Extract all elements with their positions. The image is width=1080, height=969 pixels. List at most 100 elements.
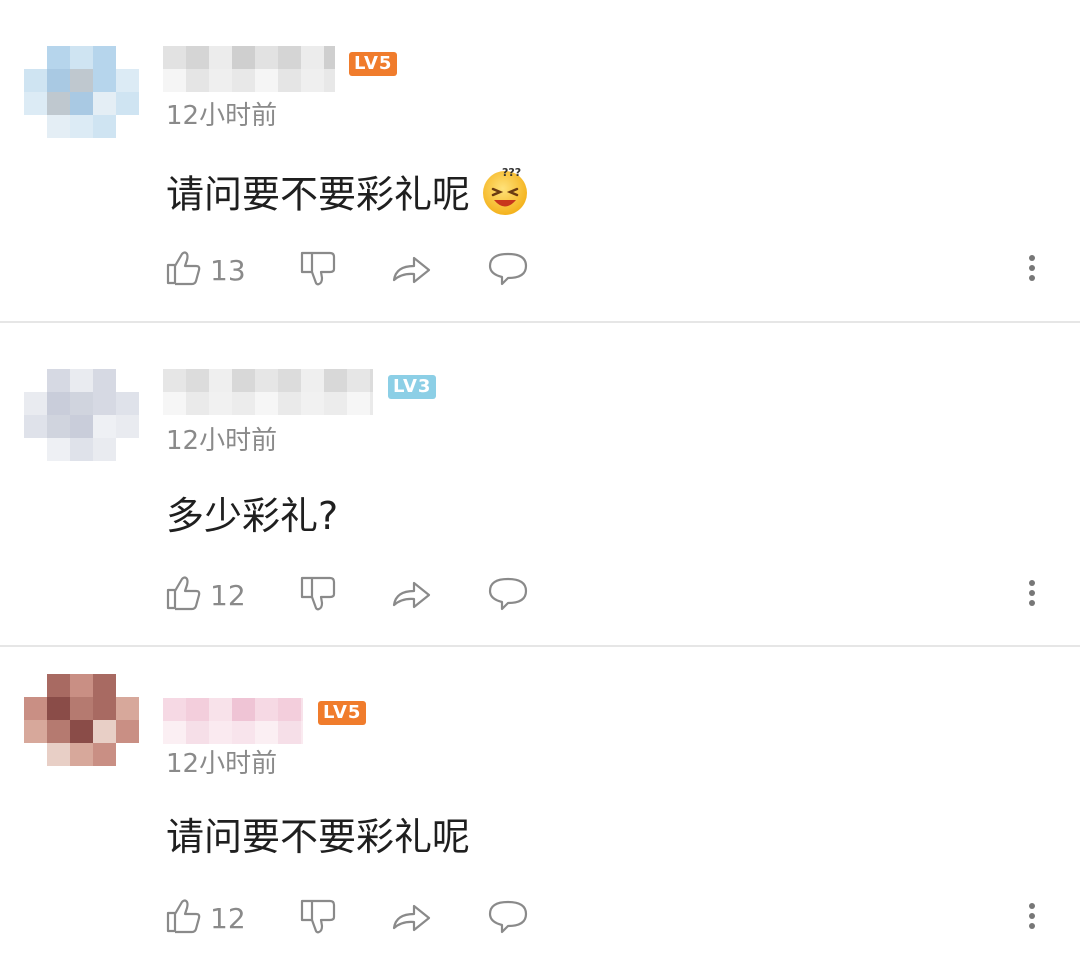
comment-actions: 12 (0, 571, 1080, 619)
username-mosaic-tile (163, 46, 186, 69)
username-mosaic-tile (301, 369, 324, 392)
username-mosaic-tile (301, 721, 303, 744)
avatar-mosaic-tile (47, 415, 70, 438)
username-mosaic-tile (232, 698, 255, 721)
thumbs-up-icon (164, 896, 204, 940)
username-mosaic-tile (186, 46, 209, 69)
like-count: 12 (210, 578, 246, 612)
more-button[interactable] (1022, 571, 1042, 619)
more-button[interactable] (1022, 894, 1042, 942)
username-mosaic-tile (255, 46, 278, 69)
username-mosaic-tile (255, 392, 278, 415)
username-mosaic-tile (186, 698, 209, 721)
username-mosaic-tile (255, 69, 278, 92)
comment-text-content: 请问要不要彩礼呢 (166, 172, 471, 217)
avatar-mosaic-tile (24, 415, 47, 438)
share-arrow-icon (390, 248, 434, 292)
share-arrow-icon (390, 573, 434, 617)
avatar-mosaic-tile (70, 115, 93, 138)
comment-actions: 12 (0, 894, 1080, 942)
avatar-mosaic-tile (24, 69, 47, 92)
avatar-mosaic-tile (47, 115, 70, 138)
username-mosaic-tile (232, 721, 255, 744)
username-mosaic-tile (278, 69, 301, 92)
username-mosaic-tile (163, 69, 186, 92)
reply-button[interactable] (486, 571, 530, 619)
more-vertical-icon (1022, 896, 1042, 940)
comment-item: LV5 12小时前 请问要不要彩礼呢 12 (0, 646, 1080, 969)
username-blurred[interactable] (163, 698, 303, 744)
avatar-mosaic-tile (70, 369, 93, 392)
level-badge: LV3 (388, 375, 437, 399)
username-mosaic-tile (301, 392, 324, 415)
username-mosaic-tile (255, 698, 278, 721)
avatar-mosaic-tile (116, 92, 139, 115)
thumbs-down-icon (298, 896, 338, 940)
comment-actions: 13 (0, 246, 1080, 294)
reply-button[interactable] (486, 894, 530, 942)
avatar[interactable] (24, 674, 140, 768)
like-button[interactable]: 13 (164, 246, 246, 294)
comment-item: LV5 12小时前 请问要不要彩礼呢 ??? 13 (0, 0, 1080, 323)
avatar-mosaic-tile (70, 92, 93, 115)
dislike-button[interactable] (298, 894, 338, 942)
username-blurred[interactable] (163, 369, 373, 415)
dislike-button[interactable] (298, 571, 338, 619)
more-button[interactable] (1022, 246, 1042, 294)
comment-text: 多少彩礼? (166, 494, 339, 538)
username-mosaic-tile (347, 392, 370, 415)
avatar-mosaic-tile (24, 720, 47, 743)
level-badge: LV5 (318, 701, 367, 725)
username-mosaic-tile (232, 69, 255, 92)
username-mosaic-tile (324, 69, 335, 92)
avatar-mosaic-tile (24, 697, 47, 720)
share-arrow-icon (390, 896, 434, 940)
avatar-mosaic-tile (116, 392, 139, 415)
username-mosaic-tile (347, 369, 370, 392)
like-count: 12 (210, 901, 246, 935)
avatar-mosaic-tile (93, 69, 116, 92)
avatar-mosaic-tile (116, 697, 139, 720)
share-button[interactable] (390, 571, 434, 619)
avatar-mosaic-tile (47, 720, 70, 743)
speech-bubble-icon (486, 896, 530, 940)
username-mosaic-tile (278, 46, 301, 69)
username-mosaic-tile (232, 392, 255, 415)
avatar[interactable] (24, 369, 140, 463)
share-button[interactable] (390, 894, 434, 942)
thumbs-down-icon (298, 248, 338, 292)
speech-bubble-icon (486, 248, 530, 292)
like-button[interactable]: 12 (164, 894, 246, 942)
username-mosaic-tile (163, 392, 186, 415)
avatar-mosaic-tile (93, 115, 116, 138)
avatar-mosaic-tile (24, 392, 47, 415)
avatar-mosaic-tile (70, 743, 93, 766)
thumbs-up-icon (164, 248, 204, 292)
username-mosaic-tile (301, 69, 324, 92)
like-count: 13 (210, 253, 246, 287)
username-mosaic-tile (186, 369, 209, 392)
username-mosaic-tile (301, 46, 324, 69)
avatar-mosaic-tile (116, 415, 139, 438)
more-vertical-icon (1022, 573, 1042, 617)
username-mosaic-tile (324, 392, 347, 415)
avatar-mosaic-tile (93, 674, 116, 697)
avatar[interactable] (24, 46, 140, 140)
thumbs-down-icon (298, 573, 338, 617)
share-button[interactable] (390, 246, 434, 294)
username-mosaic-tile (163, 721, 186, 744)
like-button[interactable]: 12 (164, 571, 246, 619)
dislike-button[interactable] (298, 246, 338, 294)
username-blurred[interactable] (163, 46, 335, 92)
comment-text: 请问要不要彩礼呢 ??? (166, 165, 532, 229)
avatar-mosaic-tile (47, 743, 70, 766)
avatar-mosaic-tile (47, 69, 70, 92)
username-mosaic-tile (278, 721, 301, 744)
username-mosaic-tile (163, 698, 186, 721)
avatar-mosaic-tile (47, 369, 70, 392)
comment-item: LV3 12小时前 多少彩礼? 12 (0, 323, 1080, 646)
reply-button[interactable] (486, 246, 530, 294)
comment-time: 12小时前 (166, 426, 278, 456)
username-mosaic-tile (209, 721, 232, 744)
avatar-mosaic-tile (93, 720, 116, 743)
